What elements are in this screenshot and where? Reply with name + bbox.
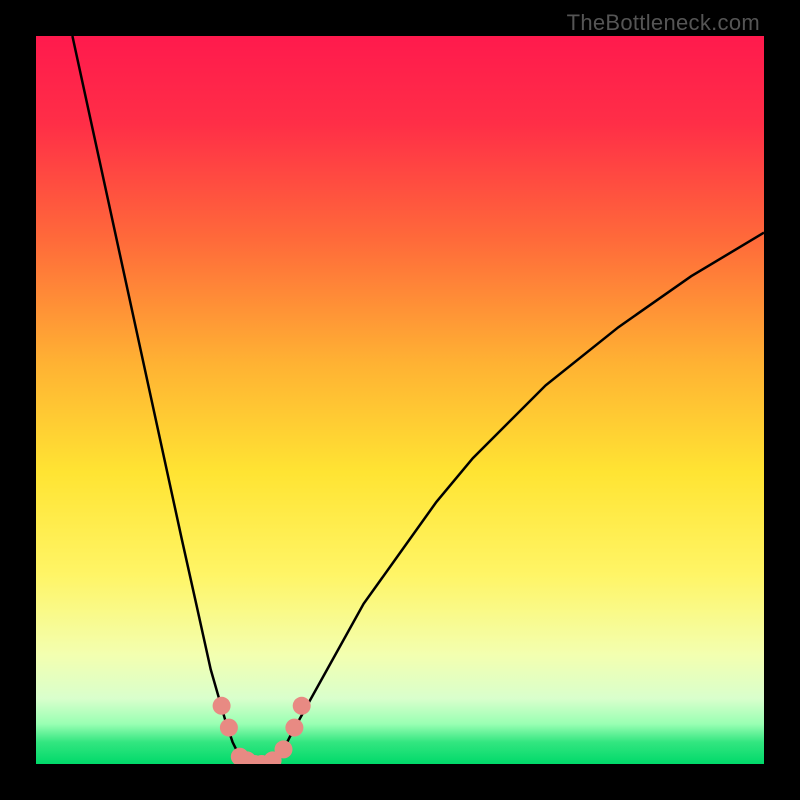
bottleneck-curve xyxy=(36,36,764,764)
marker-point-j xyxy=(293,697,311,715)
chart-frame: TheBottleneck.com xyxy=(0,0,800,800)
plot-area xyxy=(36,36,764,764)
marker-point-a xyxy=(213,697,231,715)
marker-point-i xyxy=(285,719,303,737)
marker-point-h xyxy=(275,740,293,758)
watermark-text: TheBottleneck.com xyxy=(567,10,760,36)
marker-point-b xyxy=(220,719,238,737)
